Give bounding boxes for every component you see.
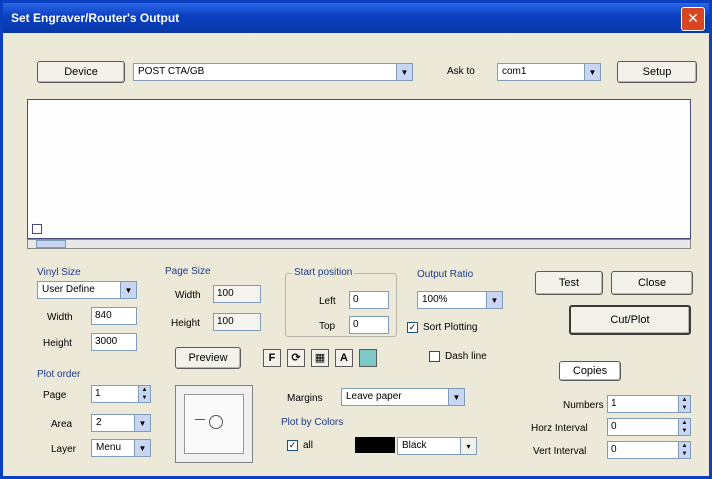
color-swatch: [355, 437, 395, 453]
scroll-thumb[interactable]: [36, 240, 66, 248]
output-ratio-label: Output Ratio: [417, 269, 474, 280]
vinyl-width-field[interactable]: 840: [91, 307, 137, 325]
chevron-down-icon: ▼: [120, 282, 136, 298]
margins-label: Margins: [287, 393, 323, 404]
vert-interval-label: Vert Interval: [533, 446, 587, 457]
vinyl-height-field[interactable]: 3000: [91, 333, 137, 351]
vert-interval-value: 0: [611, 444, 617, 455]
start-left-field[interactable]: 0: [349, 291, 389, 309]
all-colors-checkbox[interactable]: ✓: [287, 440, 298, 451]
start-top-field[interactable]: 0: [349, 316, 389, 334]
sort-plotting-label: Sort Plotting: [423, 322, 478, 333]
vinyl-type-select[interactable]: User Define ▼: [37, 281, 137, 299]
output-ratio-value: 100%: [422, 294, 448, 305]
horizontal-scrollbar[interactable]: [27, 239, 691, 249]
test-button[interactable]: Test: [535, 271, 603, 295]
spinner-icon[interactable]: ▲ ▼: [138, 386, 150, 402]
horz-interval-value: 0: [611, 421, 617, 432]
device-value: POST CTA/GB: [138, 66, 205, 77]
copies-numbers-label: Numbers: [563, 400, 604, 411]
cut-plot-button[interactable]: Cut/Plot: [569, 305, 691, 335]
chevron-down-icon: ▾: [460, 438, 476, 454]
origin-marker: [32, 224, 42, 234]
fill-icon[interactable]: ▦: [311, 349, 329, 367]
preview-page: [184, 394, 244, 454]
page-height-label: Height: [171, 318, 200, 329]
preview-circle-icon: [209, 415, 223, 429]
all-colors-label: all: [303, 440, 314, 451]
page-width-label: Width: [175, 290, 201, 301]
dash-line-label: Dash line: [445, 351, 487, 362]
chevron-down-icon: ▼: [134, 440, 150, 456]
start-left-label: Left: [319, 296, 336, 307]
ask-to-label: Ask to: [447, 66, 475, 77]
horz-interval-label: Horz Interval: [531, 423, 588, 434]
rotate-icon[interactable]: ⟳: [287, 349, 305, 367]
plot-area-value: 2: [96, 417, 102, 428]
start-top-label: Top: [319, 321, 336, 332]
vinyl-width-label: Width: [47, 312, 73, 323]
margins-value: Leave paper: [346, 391, 402, 402]
plot-page-label: Page: [43, 390, 67, 401]
chevron-down-icon: ▼: [134, 415, 150, 431]
color-select[interactable]: Black ▾: [397, 437, 477, 455]
output-dialog: Set Engraver/Router's Output ✕ Device PO…: [0, 0, 712, 479]
spinner-icon[interactable]: ▲ ▼: [678, 396, 690, 412]
preview-line: [195, 419, 205, 420]
mirror-icon[interactable]: A: [335, 349, 353, 367]
spinner-icon[interactable]: ▲ ▼: [678, 419, 690, 435]
horz-interval-field[interactable]: 0 ▲ ▼: [607, 418, 691, 436]
vinyl-size-label: Vinyl Size: [37, 267, 81, 278]
title-bar[interactable]: Set Engraver/Router's Output ✕: [3, 3, 709, 33]
page-size-label: Page Size: [165, 266, 211, 277]
vinyl-height-label: Height: [43, 338, 72, 349]
chevron-down-icon: ▼: [584, 64, 600, 80]
port-select[interactable]: com1 ▼: [497, 63, 601, 81]
chevron-down-icon: ▼: [396, 64, 412, 80]
output-ratio-select[interactable]: 100% ▼: [417, 291, 503, 309]
plot-area-label: Area: [51, 419, 73, 430]
port-value: com1: [502, 66, 527, 77]
color-value: Black: [402, 440, 427, 451]
spinner-icon[interactable]: ▲ ▼: [678, 442, 690, 458]
copies-numbers-field[interactable]: 1 ▲ ▼: [607, 395, 691, 413]
dash-line-checkbox[interactable]: [429, 351, 440, 362]
page-height-field[interactable]: 100: [213, 313, 261, 331]
vinyl-type-value: User Define: [42, 284, 95, 295]
copies-numbers-value: 1: [611, 398, 617, 409]
plot-layer-label: Layer: [51, 444, 77, 455]
plot-layer-value: Menu: [96, 442, 122, 453]
plot-layer-select[interactable]: Menu ▼: [91, 439, 151, 457]
chevron-down-icon: ▼: [486, 292, 502, 308]
plot-page-value: 1: [95, 388, 101, 399]
plot-canvas[interactable]: [27, 99, 691, 239]
page-width-field[interactable]: 100: [213, 285, 261, 303]
chevron-down-icon: ▼: [448, 389, 464, 405]
vert-interval-field[interactable]: 0 ▲ ▼: [607, 441, 691, 459]
sort-plotting-checkbox[interactable]: ✓: [407, 322, 418, 333]
window-title: Set Engraver/Router's Output: [11, 11, 180, 25]
device-button[interactable]: Device: [37, 61, 125, 83]
copies-tab[interactable]: Copies: [559, 361, 621, 381]
device-select[interactable]: POST CTA/GB ▼: [133, 63, 413, 81]
preview-button[interactable]: Preview: [175, 347, 241, 369]
color-icon[interactable]: [359, 349, 377, 367]
start-position-label: Start position: [292, 267, 355, 278]
flip-icon[interactable]: F: [263, 349, 281, 367]
margins-select[interactable]: Leave paper ▼: [341, 388, 465, 406]
preview-thumbnail: [175, 385, 253, 463]
plot-order-label: Plot order: [37, 369, 81, 380]
plot-page-field[interactable]: 1 ▲ ▼: [91, 385, 151, 403]
plot-area-select[interactable]: 2 ▼: [91, 414, 151, 432]
close-window-button[interactable]: ✕: [681, 7, 705, 31]
setup-button[interactable]: Setup: [617, 61, 697, 83]
plot-by-colors-label: Plot by Colors: [281, 417, 344, 428]
close-button[interactable]: Close: [611, 271, 693, 295]
